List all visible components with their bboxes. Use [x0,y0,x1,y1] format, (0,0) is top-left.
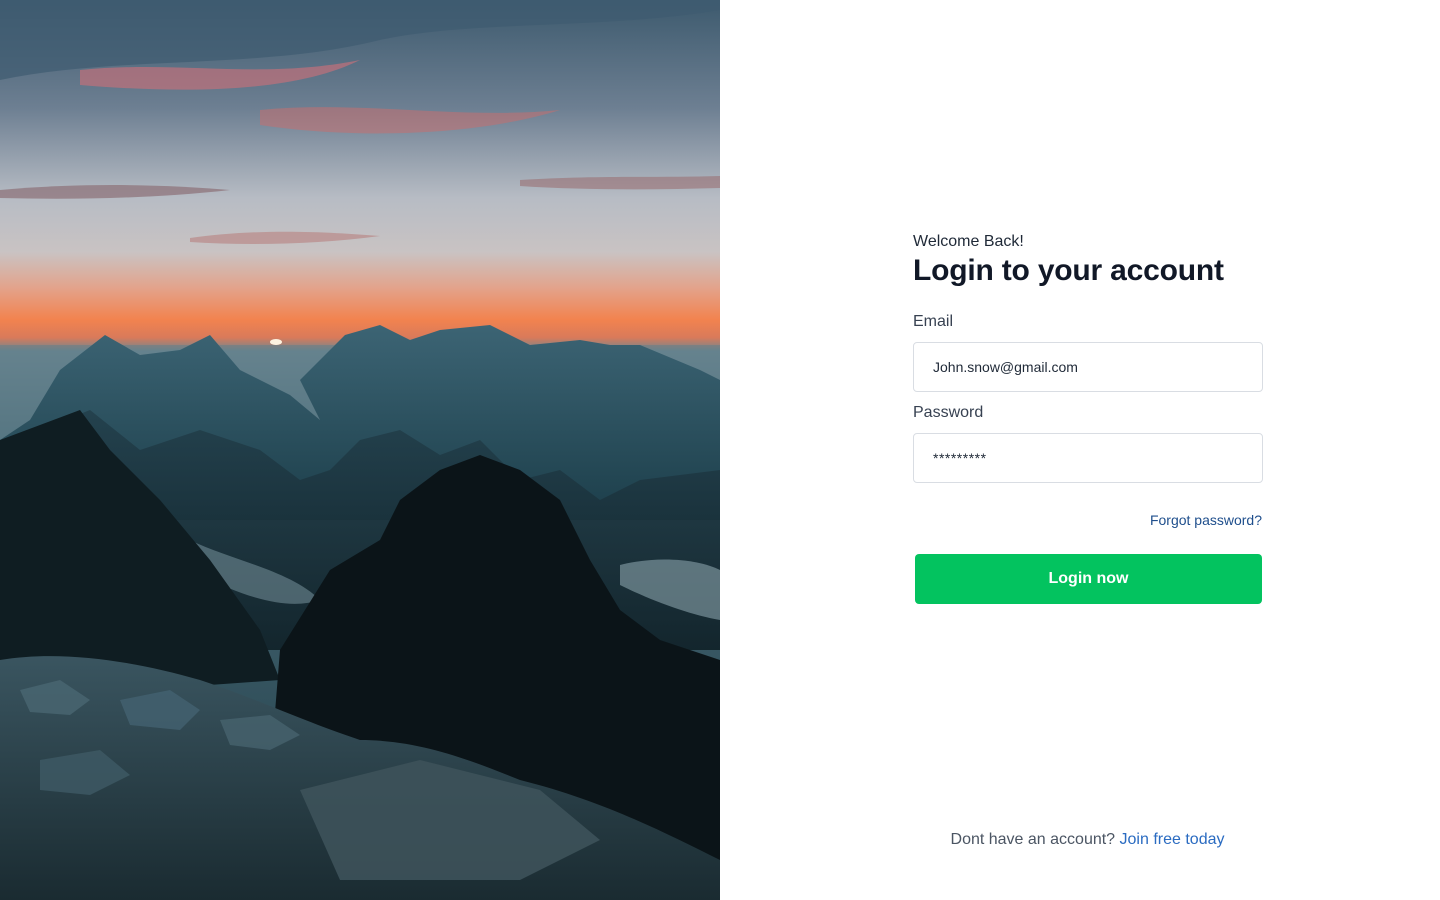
email-label: Email [913,313,954,330]
password-field[interactable] [913,433,1263,483]
welcome-text: Welcome Back! [913,233,1024,250]
signup-prompt-text: Dont have an account? [950,831,1116,848]
login-button[interactable]: Login now [915,554,1262,604]
page-title: Login to your account [913,254,1224,287]
forgot-password-link[interactable]: Forgot password? [1113,511,1262,529]
join-free-link[interactable]: Join free today [1120,831,1225,848]
password-label: Password [913,404,984,421]
hero-image [0,0,720,900]
signup-prompt: Dont have an account? Join free today [720,830,1440,850]
mountain-sunset-illustration [0,0,720,900]
email-field[interactable] [913,342,1263,392]
login-panel: Welcome Back! Login to your account Emai… [720,0,1440,900]
